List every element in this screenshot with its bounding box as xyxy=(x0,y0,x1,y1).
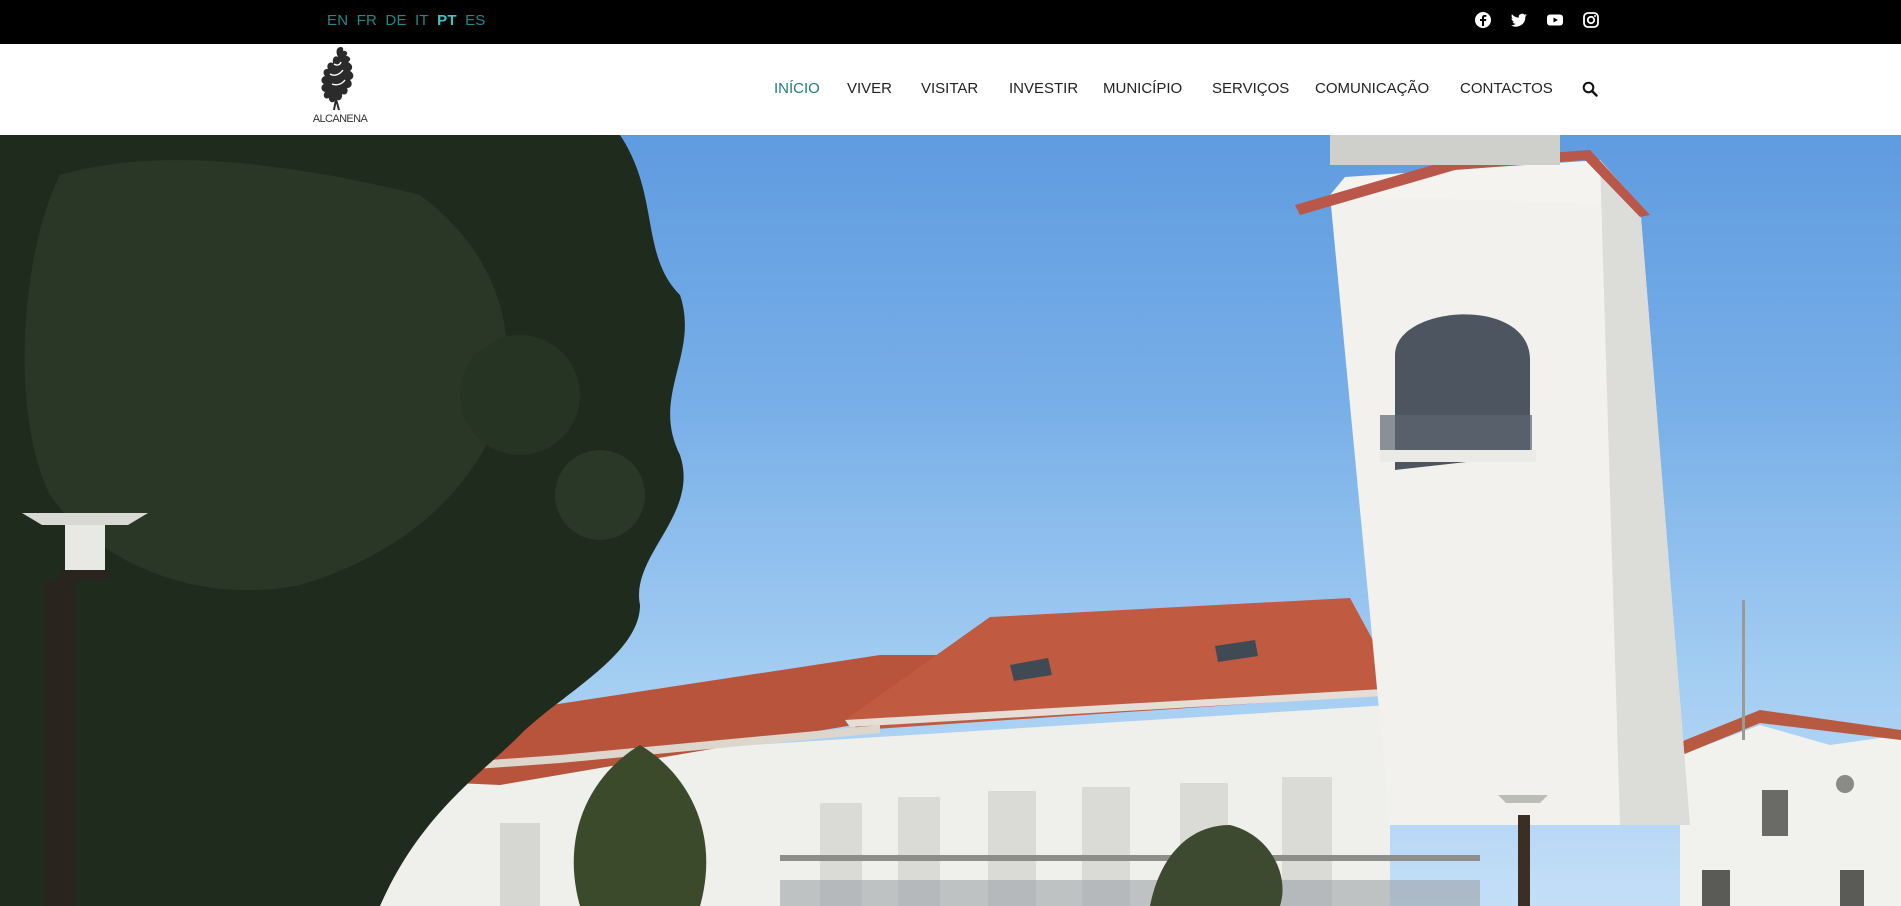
nav-visitar[interactable]: VISITAR xyxy=(921,80,978,97)
instagram-icon[interactable] xyxy=(1582,11,1600,29)
nav-comunicacao[interactable]: COMUNICAÇÃO xyxy=(1315,80,1429,97)
top-bar: EN FR DE IT PT ES xyxy=(0,0,1901,44)
main-navigation: INÍCIO VIVER VISITAR INVESTIR MUNICÍPIO … xyxy=(0,80,1901,100)
language-switcher: EN FR DE IT PT ES xyxy=(327,12,490,29)
logo-wordmark: ALCANENA xyxy=(312,113,368,125)
nav-contactos[interactable]: CONTACTOS xyxy=(1460,80,1553,97)
twitter-icon[interactable] xyxy=(1510,11,1528,29)
nav-servicos[interactable]: SERVIÇOS xyxy=(1212,80,1289,97)
lang-de-link[interactable]: DE xyxy=(385,12,406,29)
lang-en-link[interactable]: EN xyxy=(327,12,348,29)
lang-es-link[interactable]: ES xyxy=(465,12,485,29)
logo-emblem-icon xyxy=(321,47,354,111)
nav-viver[interactable]: VIVER xyxy=(847,80,892,97)
lang-fr-link[interactable]: FR xyxy=(357,12,377,29)
nav-investir[interactable]: INVESTIR xyxy=(1009,80,1078,97)
hero-image xyxy=(0,135,1901,906)
lang-it-link[interactable]: IT xyxy=(415,12,429,29)
search-icon[interactable] xyxy=(1582,81,1598,97)
lang-pt-link[interactable]: PT xyxy=(437,12,457,29)
nav-inicio[interactable]: INÍCIO xyxy=(774,80,820,97)
main-header: ALCANENA INÍCIO VIVER VISITAR INVESTIR M… xyxy=(0,44,1901,135)
facebook-icon[interactable] xyxy=(1474,11,1492,29)
social-links xyxy=(1474,11,1600,29)
town-hall-illustration xyxy=(0,135,1901,906)
nav-municipio[interactable]: MUNICÍPIO xyxy=(1103,80,1182,97)
youtube-icon[interactable] xyxy=(1546,11,1564,29)
